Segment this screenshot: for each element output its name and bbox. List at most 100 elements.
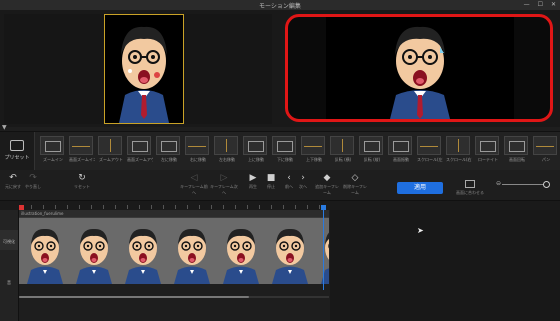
ruler-tick: [79, 205, 80, 209]
preset-thumbnail: [127, 136, 151, 155]
stop-button[interactable]: ■ 停止: [264, 173, 278, 190]
ruler-tick: [211, 205, 212, 209]
zoom-knob[interactable]: [543, 181, 550, 188]
preset-thumbnail: [359, 136, 383, 155]
keyframe-prev-button[interactable]: ◁ キーフレーム前へ: [180, 173, 208, 196]
chevron-left-icon: ‹: [287, 173, 291, 183]
maximize-button[interactable]: ☐: [538, 1, 543, 8]
preset-item[interactable]: スクロール(左): [417, 136, 443, 166]
reset-label: リセット: [74, 184, 90, 189]
source-frame[interactable]: [104, 14, 184, 124]
play-button[interactable]: ▶ 再生: [246, 173, 260, 190]
stop-label: 停止: [267, 184, 275, 189]
video-track[interactable]: illustration_fuerulime: [19, 210, 329, 284]
preset-item[interactable]: スクロール(右): [446, 136, 472, 166]
thumbnail-frame: [315, 218, 329, 284]
add-keyframe-button[interactable]: ◆ 追加キーフレーム: [314, 173, 340, 196]
thumbnail-strip: [19, 218, 329, 284]
preset-item[interactable]: 上下移動: [301, 136, 327, 166]
reset-button[interactable]: ↻ リセット: [70, 173, 94, 190]
preset-label: 画面振動: [393, 157, 409, 162]
ruler-tick: [295, 205, 296, 209]
ruler-tick: [67, 205, 68, 209]
keyframe-next-button[interactable]: ▷ キーフレーム次へ: [210, 173, 238, 196]
preset-glyph: [458, 139, 459, 152]
play-icon: ▶: [249, 173, 257, 183]
preset-item[interactable]: 画面ズームアウト: [127, 136, 153, 166]
delete-keyframe-icon: ◇: [351, 173, 359, 183]
preset-glyph: [110, 139, 111, 152]
mouse-pointer-icon: ➤: [417, 226, 424, 235]
redo-button[interactable]: ↷ やり直し: [24, 173, 42, 190]
next-label: 次へ: [299, 184, 307, 189]
apply-button[interactable]: 適用: [397, 182, 443, 194]
prev-label: 前へ: [285, 184, 293, 189]
preset-item[interactable]: 反転 (横): [330, 136, 356, 166]
zoom-track: [502, 184, 548, 185]
preset-label: 画面ズームイン: [69, 157, 95, 162]
preset-item[interactable]: 右に移動: [185, 136, 211, 166]
preset-item[interactable]: 下に移動: [272, 136, 298, 166]
ruler-tick: [139, 205, 140, 209]
ruler-tick: [307, 205, 308, 209]
preset-glyph: [248, 141, 264, 152]
ruler-tick: [187, 205, 188, 209]
ruler-tick: [91, 205, 92, 209]
preset-glyph: [72, 146, 90, 147]
preset-item[interactable]: ズームアウト: [98, 136, 124, 166]
preset-item[interactable]: 反転 (縦): [359, 136, 385, 166]
keyframe-prev-label: キーフレーム前へ: [180, 184, 208, 195]
preset-glyph: [536, 146, 554, 147]
preset-label: 上に移動: [248, 157, 264, 162]
collapse-presets-toggle[interactable]: ▼: [2, 124, 7, 131]
preset-thumbnail: [504, 136, 528, 155]
zoom-out-icon: ⊖: [496, 180, 502, 187]
motion-preview-canvas: [326, 17, 514, 119]
timeline-scrollbar[interactable]: [19, 296, 249, 298]
preset-item[interactable]: ローテイト: [475, 136, 501, 166]
preset-thumbnail: [475, 136, 499, 155]
ruler-tick: [151, 205, 152, 209]
close-button[interactable]: ✕: [551, 1, 556, 8]
preset-thumbnail: [243, 136, 267, 155]
prev-button[interactable]: ‹ 前へ: [282, 173, 296, 190]
thumbnail-frame: [21, 218, 69, 284]
delete-keyframe-button[interactable]: ◇ 削除キーフレーム: [342, 173, 368, 196]
zoom-slider[interactable]: ⊖: [496, 180, 554, 190]
redo-label: やり直し: [25, 184, 41, 189]
ruler-tick: [127, 205, 128, 209]
ruler-tick: [43, 205, 44, 209]
keyframe-next-icon: ▷: [220, 173, 228, 183]
ruler-tick: [55, 205, 56, 209]
preset-thumbnail: [446, 136, 470, 155]
ruler-tick: [283, 205, 284, 209]
ruler-tick: [235, 205, 236, 209]
preset-label: 上下移動: [306, 157, 322, 162]
preset-item[interactable]: 左右移動: [214, 136, 240, 166]
preset-item[interactable]: 画面振動: [388, 136, 414, 166]
preset-item[interactable]: ズームイン: [40, 136, 66, 166]
fit-screen-button[interactable]: 画面に合わせる: [455, 180, 485, 196]
preset-item[interactable]: 左に移動: [156, 136, 182, 166]
minimize-button[interactable]: —: [524, 1, 530, 8]
preset-item[interactable]: 上に移動: [243, 136, 269, 166]
start-marker[interactable]: [19, 205, 24, 210]
character-image-preview: [390, 26, 450, 119]
timeline-ruler[interactable]: [19, 200, 329, 209]
preset-category[interactable]: プリセット: [0, 132, 35, 170]
next-button[interactable]: › 次へ: [296, 173, 310, 190]
preset-glyph: [393, 141, 409, 152]
preset-label: 画面回転: [509, 157, 525, 162]
keyframe-next-label: キーフレーム次へ: [210, 184, 238, 195]
track-visibility-label: 可視化: [3, 239, 15, 244]
preset-label: ローテイト: [478, 157, 498, 162]
fit-screen-icon: [465, 180, 475, 188]
preset-item[interactable]: パン: [533, 136, 559, 166]
thumbnail-frame: [266, 218, 314, 284]
audio-track-label: 音: [7, 280, 11, 285]
preset-item[interactable]: 画面ズームイン: [69, 136, 95, 166]
preset-item[interactable]: 画面回転: [504, 136, 530, 166]
preset-bar: プリセット ズームイン 画面ズームインズームアウト画面ズームアウト 左に移動 右に移動…: [0, 131, 560, 171]
undo-button[interactable]: ↶ 元に戻す: [4, 173, 22, 190]
preset-glyph: [420, 146, 438, 147]
